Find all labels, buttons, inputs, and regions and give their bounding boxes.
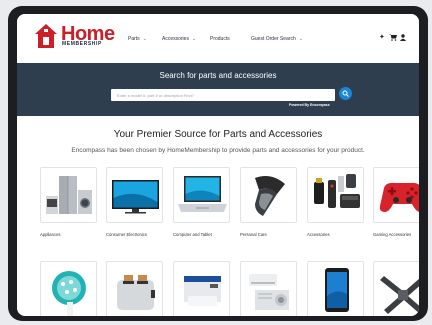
- search-button[interactable]: [339, 87, 352, 100]
- search-icon: [342, 90, 349, 97]
- chevron-down-icon: ⌄: [298, 36, 303, 42]
- chevron-down-icon: ⌄: [191, 36, 197, 42]
- info-icon[interactable]: ✦: [379, 33, 385, 41]
- game-controller-icon: [379, 182, 419, 212]
- category-tile-gaming-accessories[interactable]: [373, 167, 419, 223]
- category-label-personal-care[interactable]: Personal Care: [240, 232, 267, 237]
- nav-parts-label: Parts: [128, 36, 140, 42]
- tv-icon: [112, 180, 159, 214]
- nav-accessories[interactable]: Accessories ⌄: [162, 36, 196, 42]
- category-tile-printers[interactable]: [173, 261, 230, 316]
- house-logo-icon: [35, 24, 57, 48]
- nav-products[interactable]: Products: [210, 36, 230, 42]
- category-label-appliances[interactable]: Appliances: [40, 232, 61, 237]
- category-tile-personal-care[interactable]: [240, 167, 297, 223]
- category-tile-small-appliances[interactable]: [106, 261, 163, 316]
- category-label-accessories[interactable]: Accessories: [307, 232, 330, 237]
- powered-by-text: Powered By Encompass: [289, 103, 330, 107]
- air-conditioner-icon: [249, 274, 289, 310]
- category-tile-heating-cooling[interactable]: [240, 261, 297, 316]
- printer-icon: [184, 276, 221, 306]
- category-label-consumer-electronics[interactable]: Consumer Electronics: [106, 232, 147, 237]
- search-input[interactable]: [111, 89, 335, 101]
- nav-guest-order-label: Guest Order Search: [251, 36, 296, 42]
- browser-screen: Home MEMBERSHIP Parts ⌄ Accessories ⌄ Prod…: [17, 14, 419, 316]
- search-banner: Search for parts and accessories Powered…: [17, 63, 419, 116]
- search-title: Search for parts and accessories: [159, 71, 277, 80]
- page-subheadline: Encompass has been chosen by HomeMembers…: [71, 147, 365, 154]
- smartphone-icon: [325, 268, 349, 312]
- appliances-icon: [46, 176, 92, 214]
- tv-mount-icon: [380, 276, 419, 314]
- category-label-computer-and-tablet[interactable]: Computer and Tablet: [173, 232, 212, 237]
- category-tile-consumer-electronics[interactable]: [106, 167, 163, 223]
- nav-guest-order-search[interactable]: Guest Order Search ⌄: [251, 36, 303, 42]
- brand-subtitle: MEMBERSHIP: [62, 41, 102, 47]
- category-tile-phones[interactable]: [307, 261, 364, 316]
- cart-icon[interactable]: [389, 34, 397, 41]
- nav-parts[interactable]: Parts ⌄: [128, 36, 147, 42]
- nav-products-label: Products: [210, 36, 230, 42]
- cables-accessories-icon: [314, 174, 360, 208]
- laptop-icon: [178, 176, 227, 212]
- home-membership-logo[interactable]: Home MEMBERSHIP: [34, 23, 142, 51]
- device-frame: Home MEMBERSHIP Parts ⌄ Accessories ⌄ Prod…: [8, 6, 428, 321]
- category-tile-oral-care[interactable]: [40, 261, 97, 316]
- toaster-icon: [117, 275, 155, 310]
- category-tile-appliances[interactable]: [40, 167, 97, 223]
- user-icon[interactable]: [400, 34, 406, 41]
- category-tile-accessories[interactable]: [307, 167, 364, 223]
- shaver-icon: [255, 176, 285, 216]
- page-headline: Your Premier Source for Parts and Access…: [113, 129, 323, 140]
- category-tile-mounts[interactable]: [373, 261, 419, 316]
- nav-accessories-label: Accessories: [162, 36, 189, 42]
- top-navigation: Home MEMBERSHIP Parts ⌄ Accessories ⌄ Prod…: [17, 14, 419, 54]
- category-tile-computer-and-tablet[interactable]: [173, 167, 230, 223]
- toothbrush-icon: [52, 271, 86, 316]
- category-label-gaming-accessories[interactable]: Gaming Accessories: [373, 232, 411, 237]
- chevron-down-icon: ⌄: [142, 36, 147, 42]
